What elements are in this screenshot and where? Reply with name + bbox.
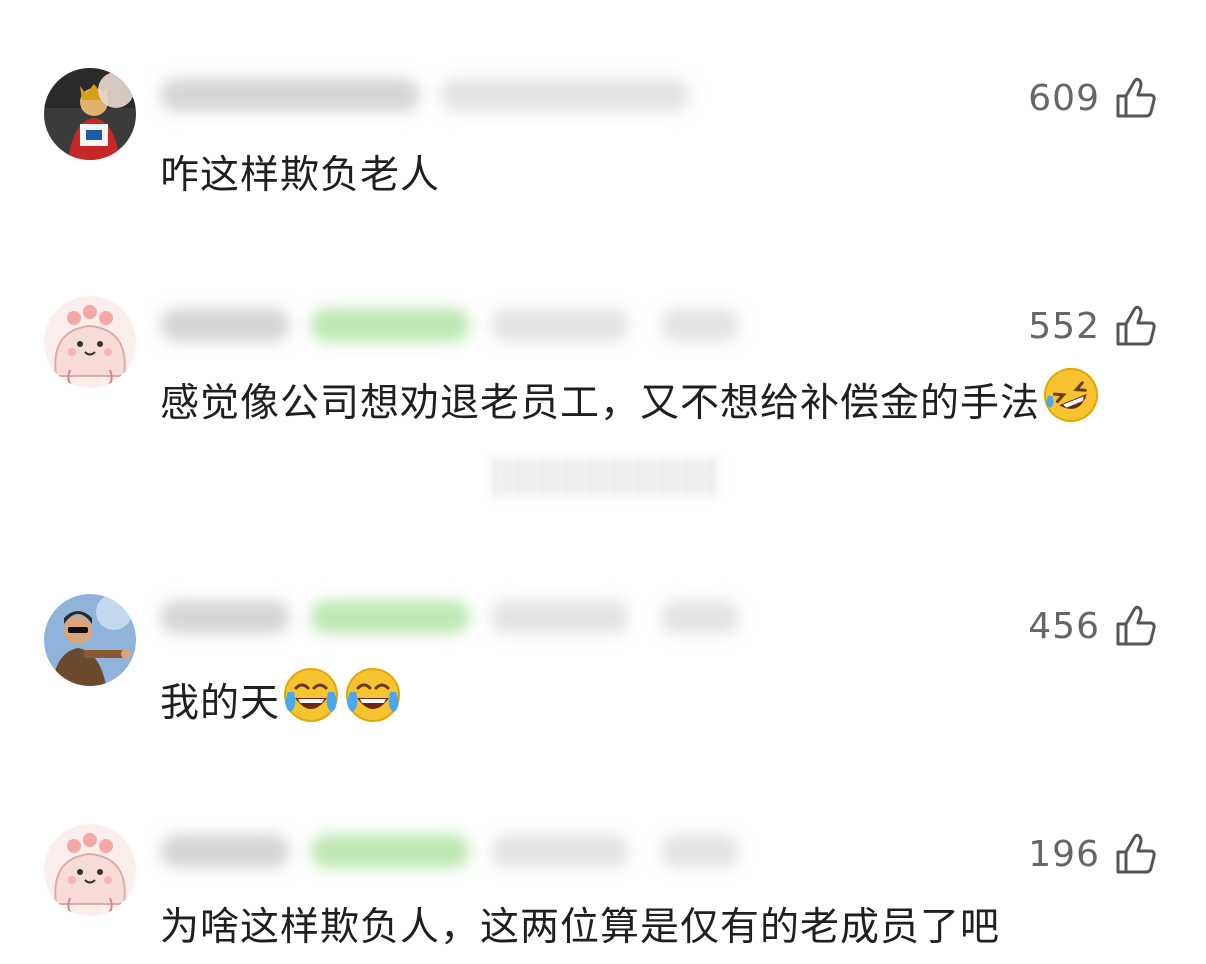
user-avatar[interactable]	[44, 594, 136, 686]
tears-of-joy-emoji-icon	[344, 666, 402, 724]
like-button[interactable]: 456	[1028, 602, 1160, 650]
like-count: 609	[1028, 77, 1100, 119]
comment-text: 感觉像公司想劝退老员工，又不想给补偿金的手法	[160, 366, 1170, 440]
like-button[interactable]: 196	[1028, 830, 1160, 878]
like-button[interactable]: 609	[1028, 74, 1160, 122]
comment-text: 我的天	[160, 666, 1170, 740]
watermark-smudge	[492, 458, 720, 496]
comment-body: 咋这样欺负老人	[160, 153, 441, 198]
tears-of-joy-emoji-icon	[282, 666, 340, 724]
thumbs-up-icon	[1116, 833, 1156, 874]
like-count: 552	[1028, 305, 1100, 347]
like-count: 456	[1028, 605, 1100, 647]
avatar-man-sunglasses-icon	[44, 594, 136, 686]
rofl-emoji-icon	[1042, 366, 1100, 424]
user-avatar[interactable]	[44, 68, 136, 160]
like-button[interactable]: 552	[1028, 302, 1160, 350]
thumbs-up-icon	[1116, 605, 1156, 646]
thumbs-up-icon	[1116, 77, 1156, 118]
user-avatar[interactable]	[44, 824, 136, 916]
like-count: 196	[1028, 833, 1100, 875]
avatar-king-figure-icon	[44, 68, 136, 160]
comment-body: 我的天	[160, 681, 281, 726]
user-avatar[interactable]	[44, 296, 136, 388]
comment-body: 为啥这样欺负人，这两位算是仅有的老成员了吧	[160, 905, 1001, 950]
comment-text: 咋这样欺负老人	[160, 140, 1170, 212]
comment-body: 感觉像公司想劝退老员工，又不想给补偿金的手法	[160, 381, 1041, 426]
avatar-pink-blob-icon	[44, 296, 136, 388]
thumbs-up-icon	[1116, 305, 1156, 346]
avatar-pink-blob-icon	[44, 824, 136, 916]
comment-text: 为啥这样欺负人，这两位算是仅有的老成员了吧	[160, 892, 1170, 964]
